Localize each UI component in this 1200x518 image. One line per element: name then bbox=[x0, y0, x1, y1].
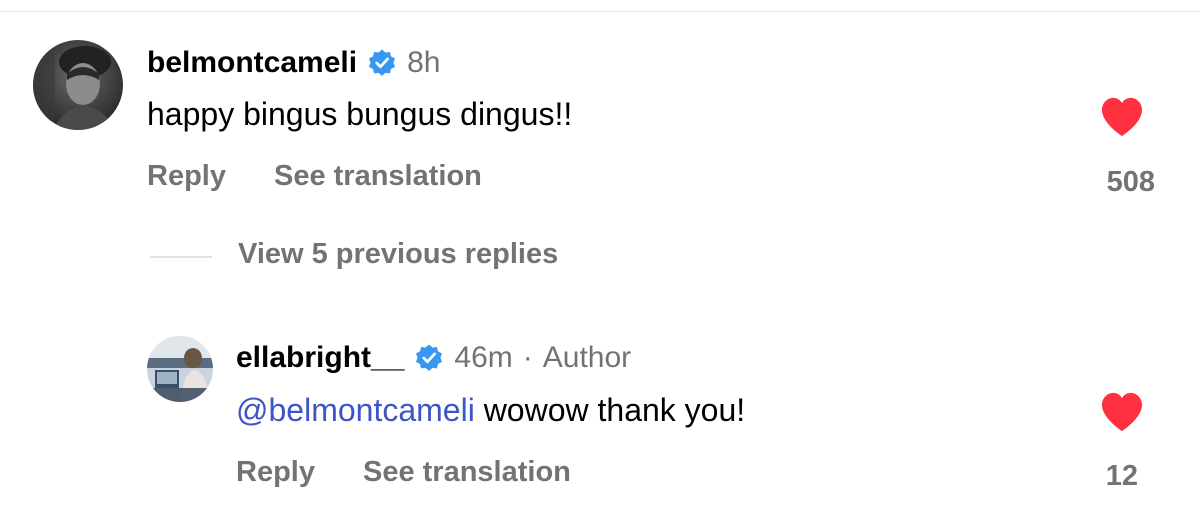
comment-header: belmontcameli 8h bbox=[147, 44, 440, 82]
comment-username[interactable]: belmontcameli bbox=[147, 46, 357, 80]
author-badge: Author bbox=[542, 341, 632, 374]
verified-badge-icon bbox=[367, 48, 397, 78]
see-translation-button[interactable]: See translation bbox=[363, 456, 571, 489]
top-divider bbox=[0, 11, 1200, 12]
see-translation-button[interactable]: See translation bbox=[274, 160, 482, 193]
comment-actions: Reply See translation bbox=[147, 160, 482, 193]
avatar[interactable] bbox=[147, 336, 213, 402]
separator-dot: · bbox=[522, 341, 533, 374]
heart-icon[interactable] bbox=[1099, 96, 1145, 138]
reply-username[interactable]: ellabright__ bbox=[236, 341, 404, 375]
reply-actions: Reply See translation bbox=[236, 456, 571, 489]
heart-icon[interactable] bbox=[1099, 391, 1145, 433]
mention-link[interactable]: @belmontcameli bbox=[236, 392, 475, 428]
reply-timestamp: 46m bbox=[454, 341, 513, 374]
avatar[interactable] bbox=[33, 40, 123, 130]
reply-header: ellabright__ 46m · Author bbox=[236, 339, 631, 377]
reply-text: @belmontcameli wowow thank you! bbox=[236, 392, 745, 429]
replies-divider bbox=[150, 256, 212, 258]
view-previous-replies-button[interactable]: View 5 previous replies bbox=[238, 238, 558, 271]
comment-timestamp: 8h bbox=[407, 46, 441, 79]
like-count[interactable]: 12 bbox=[1106, 460, 1138, 493]
reply-button[interactable]: Reply bbox=[236, 456, 315, 489]
like-count[interactable]: 508 bbox=[1107, 166, 1155, 199]
verified-badge-icon bbox=[414, 343, 444, 373]
comment-text: happy bingus bungus dingus!! bbox=[147, 96, 573, 132]
reply-button[interactable]: Reply bbox=[147, 160, 226, 193]
reply-text-body: wowow thank you! bbox=[474, 392, 746, 428]
